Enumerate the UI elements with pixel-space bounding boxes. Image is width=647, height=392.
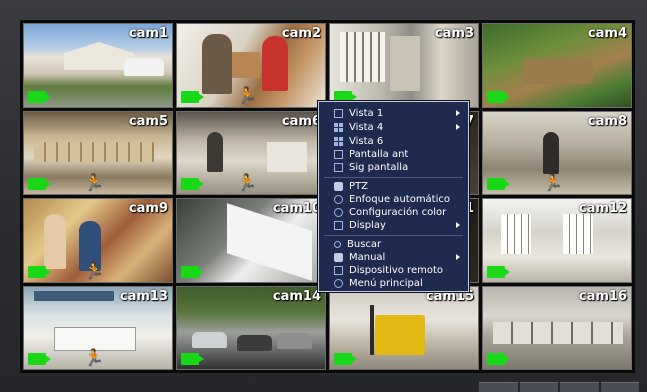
camera-tile-15[interactable]: cam15 (329, 285, 479, 370)
camera-label: cam4 (587, 26, 627, 41)
single-view-icon (334, 109, 343, 118)
camera-tile-9[interactable]: cam9 🏃 (23, 198, 173, 283)
camera-label: cam16 (578, 288, 627, 304)
menu-item-label: Display (349, 220, 386, 231)
camera-tile-5[interactable]: cam5 🏃 (23, 110, 173, 195)
motion-detection-icon: 🏃 (84, 260, 104, 280)
context-menu: Vista 1 Vista 4 Vista 6 Pantalla ant Sig… (318, 101, 469, 292)
menu-item-vista-4[interactable]: Vista 4 (319, 121, 468, 134)
remote-device-icon (334, 266, 343, 275)
camera-tile-6[interactable]: cam6 🏃 (176, 110, 326, 195)
display-icon (334, 221, 343, 230)
camera-label: cam5 (128, 113, 168, 129)
camera-label: cam8 (587, 113, 627, 129)
menu-item-label: Configuración color (349, 207, 447, 218)
menu-item-label: Dispositivo remoto (349, 265, 443, 276)
camera-label: cam13 (119, 288, 168, 304)
menu-item-label: Manual (349, 252, 386, 263)
menu-item-vista-1[interactable]: Vista 1 (319, 107, 468, 120)
submenu-arrow-icon (456, 110, 460, 116)
menu-item-configuracion-color[interactable]: Configuración color (319, 206, 468, 219)
manual-record-icon (334, 253, 343, 262)
menu-item-label: Vista 4 (349, 122, 384, 133)
motion-detection-icon: 🏃 (84, 348, 104, 367)
menu-item-label: Sig pantalla (349, 162, 409, 173)
menu-item-display[interactable]: Display (319, 219, 468, 232)
camera-label: cam10 (272, 201, 321, 216)
recording-icon (28, 178, 51, 190)
recording-icon (487, 90, 510, 103)
menu-item-label: Vista 1 (349, 108, 384, 119)
menu-item-vista-6[interactable]: Vista 6 (319, 135, 468, 148)
submenu-arrow-icon (456, 254, 460, 260)
ptz-camera-icon (334, 182, 343, 191)
previous-screen-icon (334, 150, 343, 159)
color-settings-icon (334, 208, 343, 217)
menu-item-label: Pantalla ant (349, 149, 409, 160)
recording-icon (28, 265, 51, 278)
camera-tile-14[interactable]: cam14 (176, 285, 326, 370)
menu-item-manual[interactable]: Manual (319, 251, 468, 264)
menu-item-label: Menú principal (349, 278, 423, 289)
camera-tile-16[interactable]: cam16 (482, 285, 632, 370)
camera-tile-2[interactable]: cam2 🏃 (176, 23, 326, 108)
camera-label: cam6 (281, 113, 321, 129)
next-screen-icon (334, 163, 343, 172)
camera-tile-13[interactable]: cam13 🏃 (23, 285, 173, 370)
recording-icon (181, 265, 204, 278)
menu-separator (324, 235, 463, 236)
search-icon (334, 241, 341, 248)
submenu-arrow-icon (456, 222, 460, 228)
camera-tile-3[interactable]: cam3 (329, 23, 479, 108)
menu-item-label: PTZ (349, 181, 368, 192)
quad-view-icon (334, 123, 343, 132)
recording-icon (334, 353, 357, 365)
camera-label: cam14 (272, 288, 321, 304)
camera-tile-8[interactable]: cam8 🏃 (482, 110, 632, 195)
submenu-arrow-icon (456, 124, 460, 130)
menu-item-ptz[interactable]: PTZ (319, 180, 468, 193)
camera-label: cam12 (578, 201, 627, 216)
recording-icon (181, 353, 204, 365)
toolbar-button[interactable] (600, 382, 639, 392)
menu-item-label: Buscar (347, 239, 382, 250)
motion-detection-icon: 🏃 (237, 85, 257, 105)
recording-icon (28, 90, 51, 103)
recording-icon (487, 353, 510, 365)
motion-detection-icon: 🏃 (543, 173, 563, 192)
recording-icon (28, 353, 51, 365)
dvr-monitor: cam1 cam2 🏃 cam3 cam4 cam5 🏃 cam6 🏃 cam8… (0, 0, 647, 392)
camera-label: cam2 (281, 26, 321, 41)
six-view-icon (334, 137, 343, 146)
menu-item-buscar[interactable]: Buscar (319, 238, 468, 251)
recording-icon (487, 265, 510, 278)
camera-label: cam9 (128, 201, 168, 216)
toolbar-button[interactable] (519, 382, 558, 392)
menu-item-pantalla-ant[interactable]: Pantalla ant (319, 148, 468, 161)
menu-item-enfoque-automatico[interactable]: Enfoque automático (319, 193, 468, 206)
camera-label: cam3 (434, 26, 474, 41)
menu-separator (324, 177, 463, 178)
camera-tile-1[interactable]: cam1 (23, 23, 173, 108)
camera-tile-4[interactable]: cam4 (482, 23, 632, 108)
menu-item-menu-principal[interactable]: Menú principal (319, 277, 468, 290)
recording-icon (181, 178, 204, 190)
toolbar-button[interactable] (479, 382, 518, 392)
autofocus-icon (334, 195, 343, 204)
camera-tile-12[interactable]: cam12 (482, 198, 632, 283)
menu-item-sig-pantalla[interactable]: Sig pantalla (319, 161, 468, 174)
main-menu-icon (334, 279, 343, 288)
recording-icon (181, 90, 204, 103)
menu-item-label: Enfoque automático (349, 194, 451, 205)
camera-label: cam1 (128, 26, 168, 41)
motion-detection-icon: 🏃 (237, 173, 257, 192)
camera-tile-10[interactable]: cam10 (176, 198, 326, 283)
menu-item-label: Vista 6 (349, 136, 384, 147)
menu-item-dispositivo-remoto[interactable]: Dispositivo remoto (319, 264, 468, 277)
toolbar-button[interactable] (560, 382, 599, 392)
bottom-toolbar (479, 382, 639, 392)
recording-icon (487, 178, 510, 190)
motion-detection-icon: 🏃 (84, 173, 104, 192)
